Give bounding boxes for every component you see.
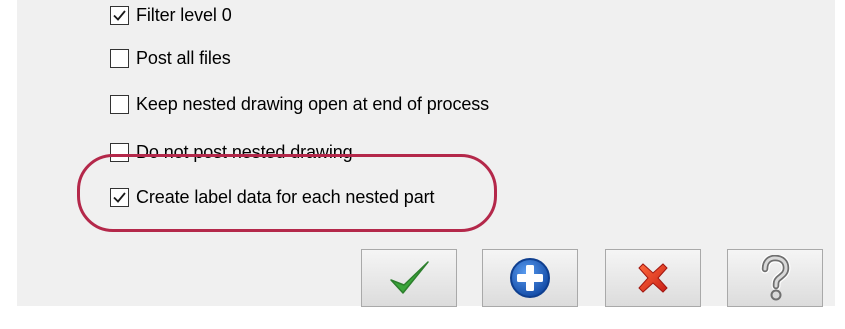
option-filter-level-0[interactable]: Filter level 0 (110, 3, 232, 27)
option-label: Post all files (136, 47, 231, 68)
checkmark-icon (113, 191, 126, 203)
blue-plus-circle-icon (510, 258, 550, 298)
add-button[interactable] (482, 249, 578, 307)
question-mark-icon (760, 255, 791, 301)
option-create-label-data[interactable]: Create label data for each nested part (110, 185, 435, 209)
option-keep-nested-drawing-open[interactable]: Keep nested drawing open at end of proce… (110, 92, 489, 116)
help-button[interactable] (727, 249, 823, 307)
red-x-icon (638, 263, 668, 293)
green-checkmark-icon (390, 261, 429, 294)
cancel-button[interactable] (605, 249, 701, 307)
checkbox-create-label-data[interactable] (110, 187, 129, 207)
checkbox-post-all-files[interactable] (110, 48, 129, 68)
ok-button[interactable] (361, 249, 457, 307)
option-label: Create label data for each nested part (136, 186, 435, 207)
option-label: Keep nested drawing open at end of proce… (136, 93, 490, 114)
option-post-all-files[interactable]: Post all files (110, 46, 231, 70)
option-label: Do not post nested drawing (136, 141, 353, 162)
option-do-not-post-nested-drawing[interactable]: Do not post nested drawing (110, 140, 353, 164)
checkbox-do-not-post-nested-drawing[interactable] (110, 142, 129, 162)
option-label: Filter level 0 (136, 4, 232, 25)
options-dialog: Filter level 0 Post all files Keep neste… (0, 0, 845, 329)
checkbox-filter-level-0[interactable] (110, 5, 129, 25)
checkbox-keep-nested-drawing-open[interactable] (110, 94, 129, 114)
checkmark-icon (113, 9, 126, 21)
